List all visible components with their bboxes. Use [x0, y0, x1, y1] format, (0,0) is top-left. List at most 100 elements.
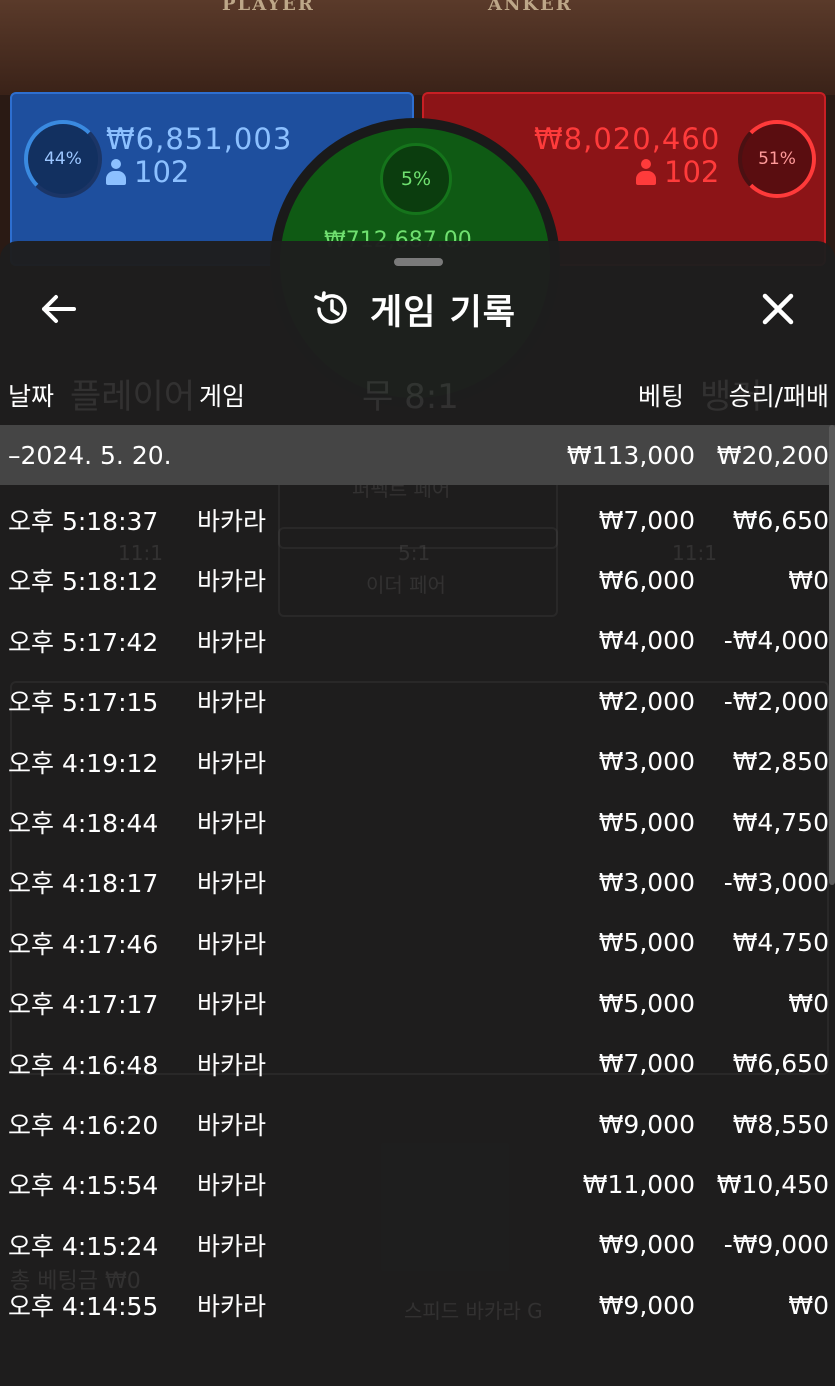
- row-result: -₩3,000: [723, 867, 829, 897]
- game-video-backdrop: [0, 0, 835, 95]
- row-bet: ₩3,000: [598, 867, 695, 897]
- person-icon: [636, 159, 656, 185]
- row-bet: ₩11,000: [582, 1169, 695, 1199]
- row-time: 오후 4:16:48: [8, 1050, 159, 1080]
- row-result: -₩2,000: [723, 686, 829, 716]
- row-game: 바카라: [197, 929, 267, 959]
- ghost-player-label: 플레이어: [70, 377, 196, 417]
- history-row[interactable]: 오후 4:18:17 바카라 ₩3,000 -₩3,000: [0, 852, 835, 912]
- row-game: 바카라: [197, 688, 267, 718]
- sheet-title-text: 게임 기록: [370, 292, 516, 333]
- row-time: 오후 4:16:20: [8, 1111, 159, 1140]
- row-result: ₩6,650: [732, 1049, 829, 1079]
- banker-table-label: ANKER: [488, 0, 573, 15]
- row-bet: ₩2,000: [598, 686, 695, 716]
- row-game: 바카라: [197, 507, 267, 536]
- sheet-drag-handle[interactable]: [394, 258, 443, 266]
- history-row[interactable]: 오후 4:19:12 바카라 ₩3,000 ₩2,850: [0, 732, 835, 792]
- row-time: 오후 4:15:24: [8, 1231, 159, 1261]
- row-game: 바카라: [197, 1292, 267, 1322]
- player-bettor-count: 102: [106, 155, 189, 189]
- row-bet: ₩3,000: [598, 747, 695, 777]
- column-header-game: 게임: [199, 382, 246, 411]
- row-result: ₩4,750: [732, 807, 829, 837]
- row-time: 오후 4:15:54: [8, 1171, 159, 1201]
- history-clock-icon: [314, 291, 347, 324]
- row-result: -₩9,000: [723, 1230, 829, 1260]
- row-time: 오후 4:14:55: [8, 1292, 159, 1322]
- column-header-bet: 베팅: [637, 382, 684, 411]
- row-time: 오후 5:18:37: [8, 507, 159, 536]
- row-result: ₩0: [788, 988, 829, 1018]
- close-icon: [762, 293, 794, 325]
- row-bet: ₩6,000: [598, 565, 695, 595]
- player-percent: 44%: [44, 149, 82, 169]
- banker-percent-ring: 51%: [738, 120, 816, 198]
- row-time: 오후 5:17:42: [8, 627, 159, 657]
- row-game: 바카라: [197, 869, 267, 899]
- row-bet: ₩5,000: [598, 928, 695, 958]
- history-row[interactable]: 오후 4:16:20 바카라 ₩9,000 ₩8,550: [0, 1094, 835, 1154]
- row-bet: ₩5,000: [598, 807, 695, 837]
- row-time: 오후 5:18:12: [8, 567, 159, 597]
- row-bet: ₩9,000: [598, 1290, 695, 1320]
- row-game: 바카라: [197, 627, 267, 657]
- tie-percent-ring: 5%: [380, 143, 452, 215]
- row-result: ₩2,850: [732, 747, 829, 777]
- history-row[interactable]: 오후 5:18:37 바카라 ₩7,000 ₩6,650: [0, 490, 835, 550]
- row-time: 오후 4:17:17: [8, 990, 159, 1020]
- row-result: ₩8,550: [732, 1109, 829, 1139]
- row-time: 오후 4:19:12: [8, 748, 159, 778]
- row-bet: ₩7,000: [598, 505, 695, 535]
- banker-total-amount: ₩8,020,460: [534, 122, 721, 156]
- row-result: ₩6,650: [732, 505, 829, 535]
- tie-percent: 5%: [400, 168, 432, 190]
- row-result: -₩4,000: [723, 626, 829, 656]
- row-time: 오후 4:17:46: [8, 929, 159, 959]
- close-button[interactable]: [750, 281, 806, 337]
- column-header-result: 승리/패배: [728, 382, 829, 411]
- date-group-row[interactable]: –2024. 5. 20. ₩113,000 ₩20,200: [0, 425, 835, 485]
- row-bet: ₩9,000: [598, 1109, 695, 1139]
- row-result: ₩4,750: [732, 928, 829, 958]
- player-percent-ring: 44%: [24, 120, 102, 198]
- row-game: 바카라: [197, 748, 267, 778]
- row-bet: ₩9,000: [598, 1230, 695, 1260]
- date-group-result-total: ₩20,200: [716, 440, 829, 470]
- sheet-title: 게임 기록: [312, 281, 516, 337]
- row-bet: ₩5,000: [598, 988, 695, 1018]
- scrollbar[interactable]: [829, 425, 835, 885]
- history-row[interactable]: 오후 4:17:46 바카라 ₩5,000 ₩4,750: [0, 913, 835, 973]
- row-game: 바카라: [197, 567, 267, 597]
- ghost-tie-odds: 무 8:1: [362, 377, 459, 417]
- player-total-amount: ₩6,851,003: [106, 122, 293, 156]
- row-time: 오후 4:18:17: [8, 869, 159, 899]
- date-group-bet-total: ₩113,000: [566, 440, 695, 470]
- history-row[interactable]: 오후 4:15:24 바카라 ₩9,000 -₩9,000: [0, 1215, 835, 1275]
- history-row[interactable]: 오후 4:16:48 바카라 ₩7,000 ₩6,650: [0, 1034, 835, 1094]
- row-result: ₩0: [788, 1290, 829, 1320]
- history-row[interactable]: 오후 5:17:42 바카라 ₩4,000 -₩4,000: [0, 611, 835, 671]
- row-game: 바카라: [197, 1231, 267, 1261]
- row-game: 바카라: [197, 1171, 267, 1201]
- game-history-sheet: 플레이어 무 8:1 뱅커 퍼펙트 페어 5:1 이더 페어 11:1 11:1…: [0, 241, 835, 1386]
- row-game: 바카라: [197, 1111, 267, 1140]
- history-row[interactable]: 오후 4:14:55 바카라 ₩9,000 ₩0: [0, 1275, 835, 1335]
- column-header-date: 날짜: [8, 382, 55, 411]
- row-result: ₩10,450: [716, 1169, 829, 1199]
- banker-percent: 51%: [758, 149, 796, 169]
- history-row[interactable]: 오후 4:17:17 바카라 ₩5,000 ₩0: [0, 973, 835, 1033]
- history-row[interactable]: 오후 4:15:54 바카라 ₩11,000 ₩10,450: [0, 1154, 835, 1214]
- row-game: 바카라: [197, 1050, 267, 1080]
- player-table-label: PLAYER: [222, 0, 315, 15]
- row-time: 오후 4:18:44: [8, 809, 159, 838]
- date-group-label: –2024. 5. 20.: [8, 440, 172, 470]
- row-game: 바카라: [197, 990, 267, 1020]
- sheet-header: 게임 기록: [0, 281, 835, 337]
- back-button[interactable]: [30, 281, 86, 337]
- row-bet: ₩4,000: [598, 626, 695, 656]
- arrow-left-icon: [42, 295, 76, 323]
- history-row[interactable]: 오후 5:18:12 바카라 ₩6,000 ₩0: [0, 550, 835, 610]
- history-row[interactable]: 오후 4:18:44 바카라 ₩5,000 ₩4,750: [0, 792, 835, 852]
- history-row[interactable]: 오후 5:17:15 바카라 ₩2,000 -₩2,000: [0, 671, 835, 731]
